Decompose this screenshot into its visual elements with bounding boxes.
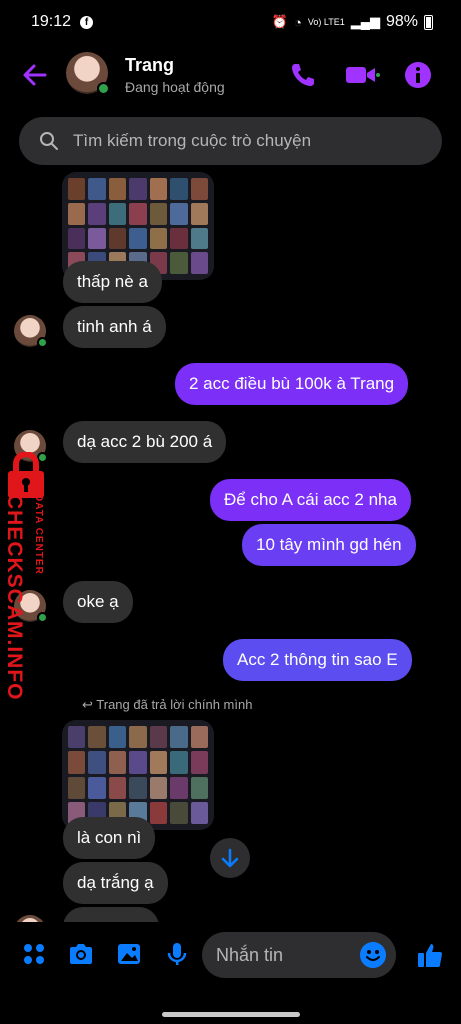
scroll-down-button[interactable]: [210, 838, 250, 878]
reply-note: ↩ Trang đã trả lời chính mình: [82, 697, 252, 713]
watermark: CHECKSCAM.INFO DATA CENTER: [2, 452, 50, 701]
conversation-header: Trang Đang hoạt động: [0, 48, 461, 102]
incoming-message[interactable]: dạ trắng ạ: [63, 862, 168, 904]
incoming-message-partial[interactable]: [63, 907, 159, 922]
incoming-message[interactable]: tinh anh á: [63, 306, 166, 348]
message-list[interactable]: thấp nè a tinh anh á 2 acc điều bù 100k …: [0, 170, 461, 922]
message-input[interactable]: Nhắn tin: [202, 932, 396, 978]
incoming-message[interactable]: là con nì: [63, 817, 156, 859]
status-bar: 19:12 f ⏰ ◔ Vo) LTE1 ▂▄▆ 98%: [0, 0, 461, 44]
message-input-placeholder: Nhắn tin: [216, 945, 284, 965]
battery-icon: [424, 14, 433, 30]
online-indicator: [97, 82, 110, 95]
watermark-main-text: CHECKSCAM.INFO: [3, 494, 26, 701]
image-thumbnail-grid: [68, 178, 208, 274]
info-icon[interactable]: [403, 60, 433, 90]
outgoing-message[interactable]: Để cho A cái acc 2 nha: [210, 479, 411, 521]
reply-note-text: Trang đã trả lời chính mình: [96, 697, 253, 712]
network-label: Vo) LTE1: [307, 17, 345, 27]
emoji-icon[interactable]: [360, 942, 386, 968]
watermark-sub-text: DATA CENTER: [33, 494, 44, 575]
video-call-icon[interactable]: [344, 60, 380, 90]
image-thumbnail-grid: [68, 726, 208, 824]
shared-image[interactable]: [62, 720, 214, 830]
signal-icon: ▂▄▆: [350, 14, 380, 29]
outgoing-message[interactable]: 10 tây mình gd hén: [242, 524, 416, 566]
apps-grid-icon[interactable]: [20, 940, 48, 968]
contact-status: Đang hoạt động: [125, 79, 225, 95]
incoming-message[interactable]: dạ acc 2 bù 200 á: [63, 421, 227, 463]
padlock-icon: [8, 452, 44, 498]
phone-call-icon[interactable]: [288, 60, 318, 90]
camera-icon[interactable]: [67, 940, 95, 968]
home-indicator[interactable]: [162, 1012, 300, 1017]
search-placeholder: Tìm kiếm trong cuộc trò chuyện: [73, 131, 312, 150]
incoming-message[interactable]: thấp nè a: [63, 261, 162, 303]
message-composer: Nhắn tin: [0, 928, 461, 984]
back-arrow-icon[interactable]: [20, 60, 50, 90]
search-icon: [40, 132, 58, 150]
wifi-icon: ◔: [294, 14, 302, 30]
thumbs-up-icon[interactable]: [415, 940, 445, 970]
status-time: 19:12: [31, 13, 72, 30]
battery-level: 98%: [385, 13, 418, 30]
contact-name[interactable]: Trang: [125, 55, 174, 76]
outgoing-message[interactable]: 2 acc điều bù 100k à Trang: [175, 363, 409, 405]
incoming-message[interactable]: oke ạ: [63, 581, 133, 623]
gallery-icon[interactable]: [115, 940, 143, 968]
reply-arrow-icon: ↩: [82, 697, 97, 712]
outgoing-message[interactable]: Acc 2 thông tin sao E: [223, 639, 412, 681]
microphone-icon[interactable]: [163, 940, 191, 968]
facebook-notification-icon: f: [80, 16, 93, 29]
alarm-icon: ⏰: [271, 14, 289, 29]
sender-avatar: [14, 915, 46, 922]
online-indicator: [37, 337, 48, 348]
conversation-search-bar[interactable]: Tìm kiếm trong cuộc trò chuyện: [19, 117, 442, 165]
status-icons: ⏰ ◔ Vo) LTE1 ▂▄▆ 98%: [272, 13, 433, 31]
